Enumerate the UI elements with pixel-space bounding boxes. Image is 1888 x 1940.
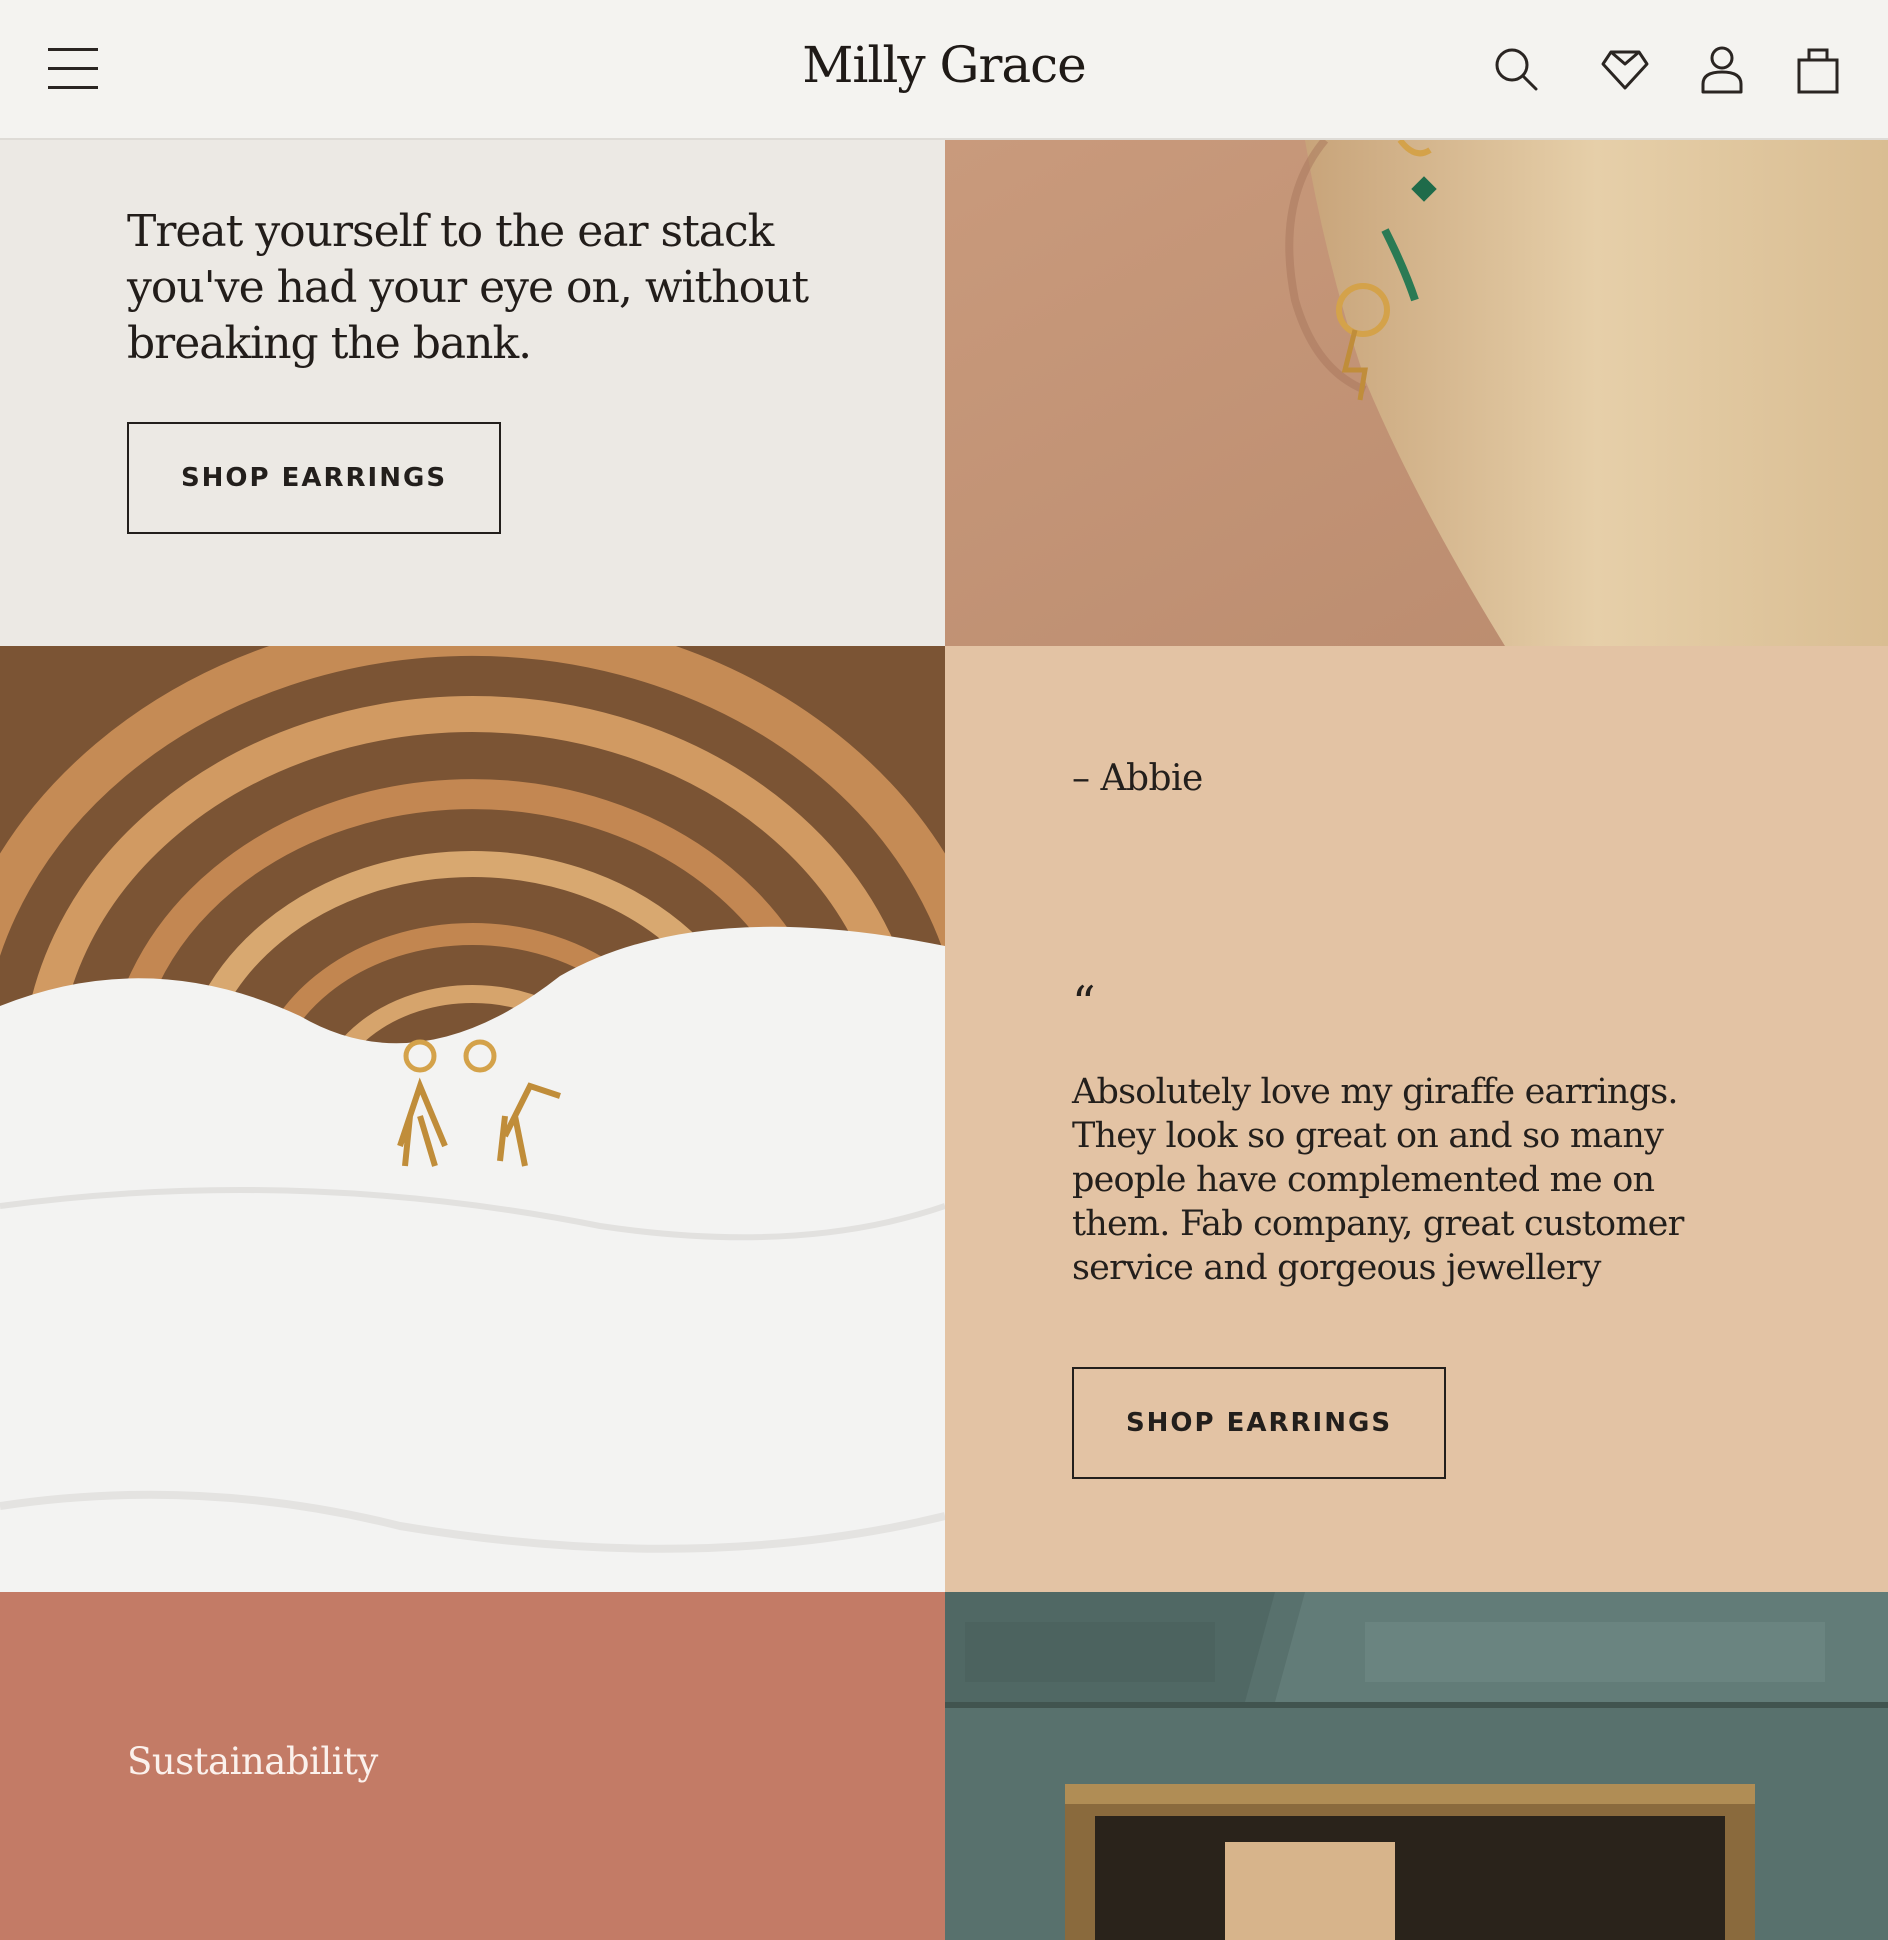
search-icon[interactable] bbox=[1492, 44, 1540, 94]
promo-headline: Treat yourself to the ear stack you've h… bbox=[127, 206, 809, 369]
ear-stack-photo bbox=[945, 140, 1888, 646]
ear-with-earrings-image bbox=[945, 140, 1888, 646]
giraffe-earrings-photo bbox=[0, 646, 945, 1592]
shop-earrings-button[interactable]: SHOP EARRINGS bbox=[1072, 1367, 1446, 1479]
site-header: Milly Grace bbox=[0, 0, 1888, 140]
door-letterbox-image bbox=[945, 1592, 1888, 1940]
sustainability-panel: Sustainability bbox=[0, 1592, 945, 1940]
promo-panel: Treat yourself to the ear stack you've h… bbox=[0, 140, 945, 646]
testimonial-author: – Abbie bbox=[1072, 758, 1203, 799]
testimonial-panel: – Abbie “ Absolutely love my giraffe ear… bbox=[945, 646, 1888, 1592]
bag-icon[interactable] bbox=[1794, 44, 1842, 94]
sustainability-title[interactable]: Sustainability bbox=[127, 1740, 378, 1783]
user-icon[interactable] bbox=[1698, 44, 1746, 94]
earrings-on-basket-image bbox=[0, 646, 945, 1592]
letterbox-photo bbox=[945, 1592, 1888, 1940]
testimonial-quote: Absolutely love my giraffe earrings. The… bbox=[1072, 1072, 1684, 1288]
heart-icon[interactable] bbox=[1598, 44, 1652, 94]
shop-earrings-button[interactable]: SHOP EARRINGS bbox=[127, 422, 501, 534]
quote-mark-icon: “ bbox=[1072, 976, 1096, 1030]
